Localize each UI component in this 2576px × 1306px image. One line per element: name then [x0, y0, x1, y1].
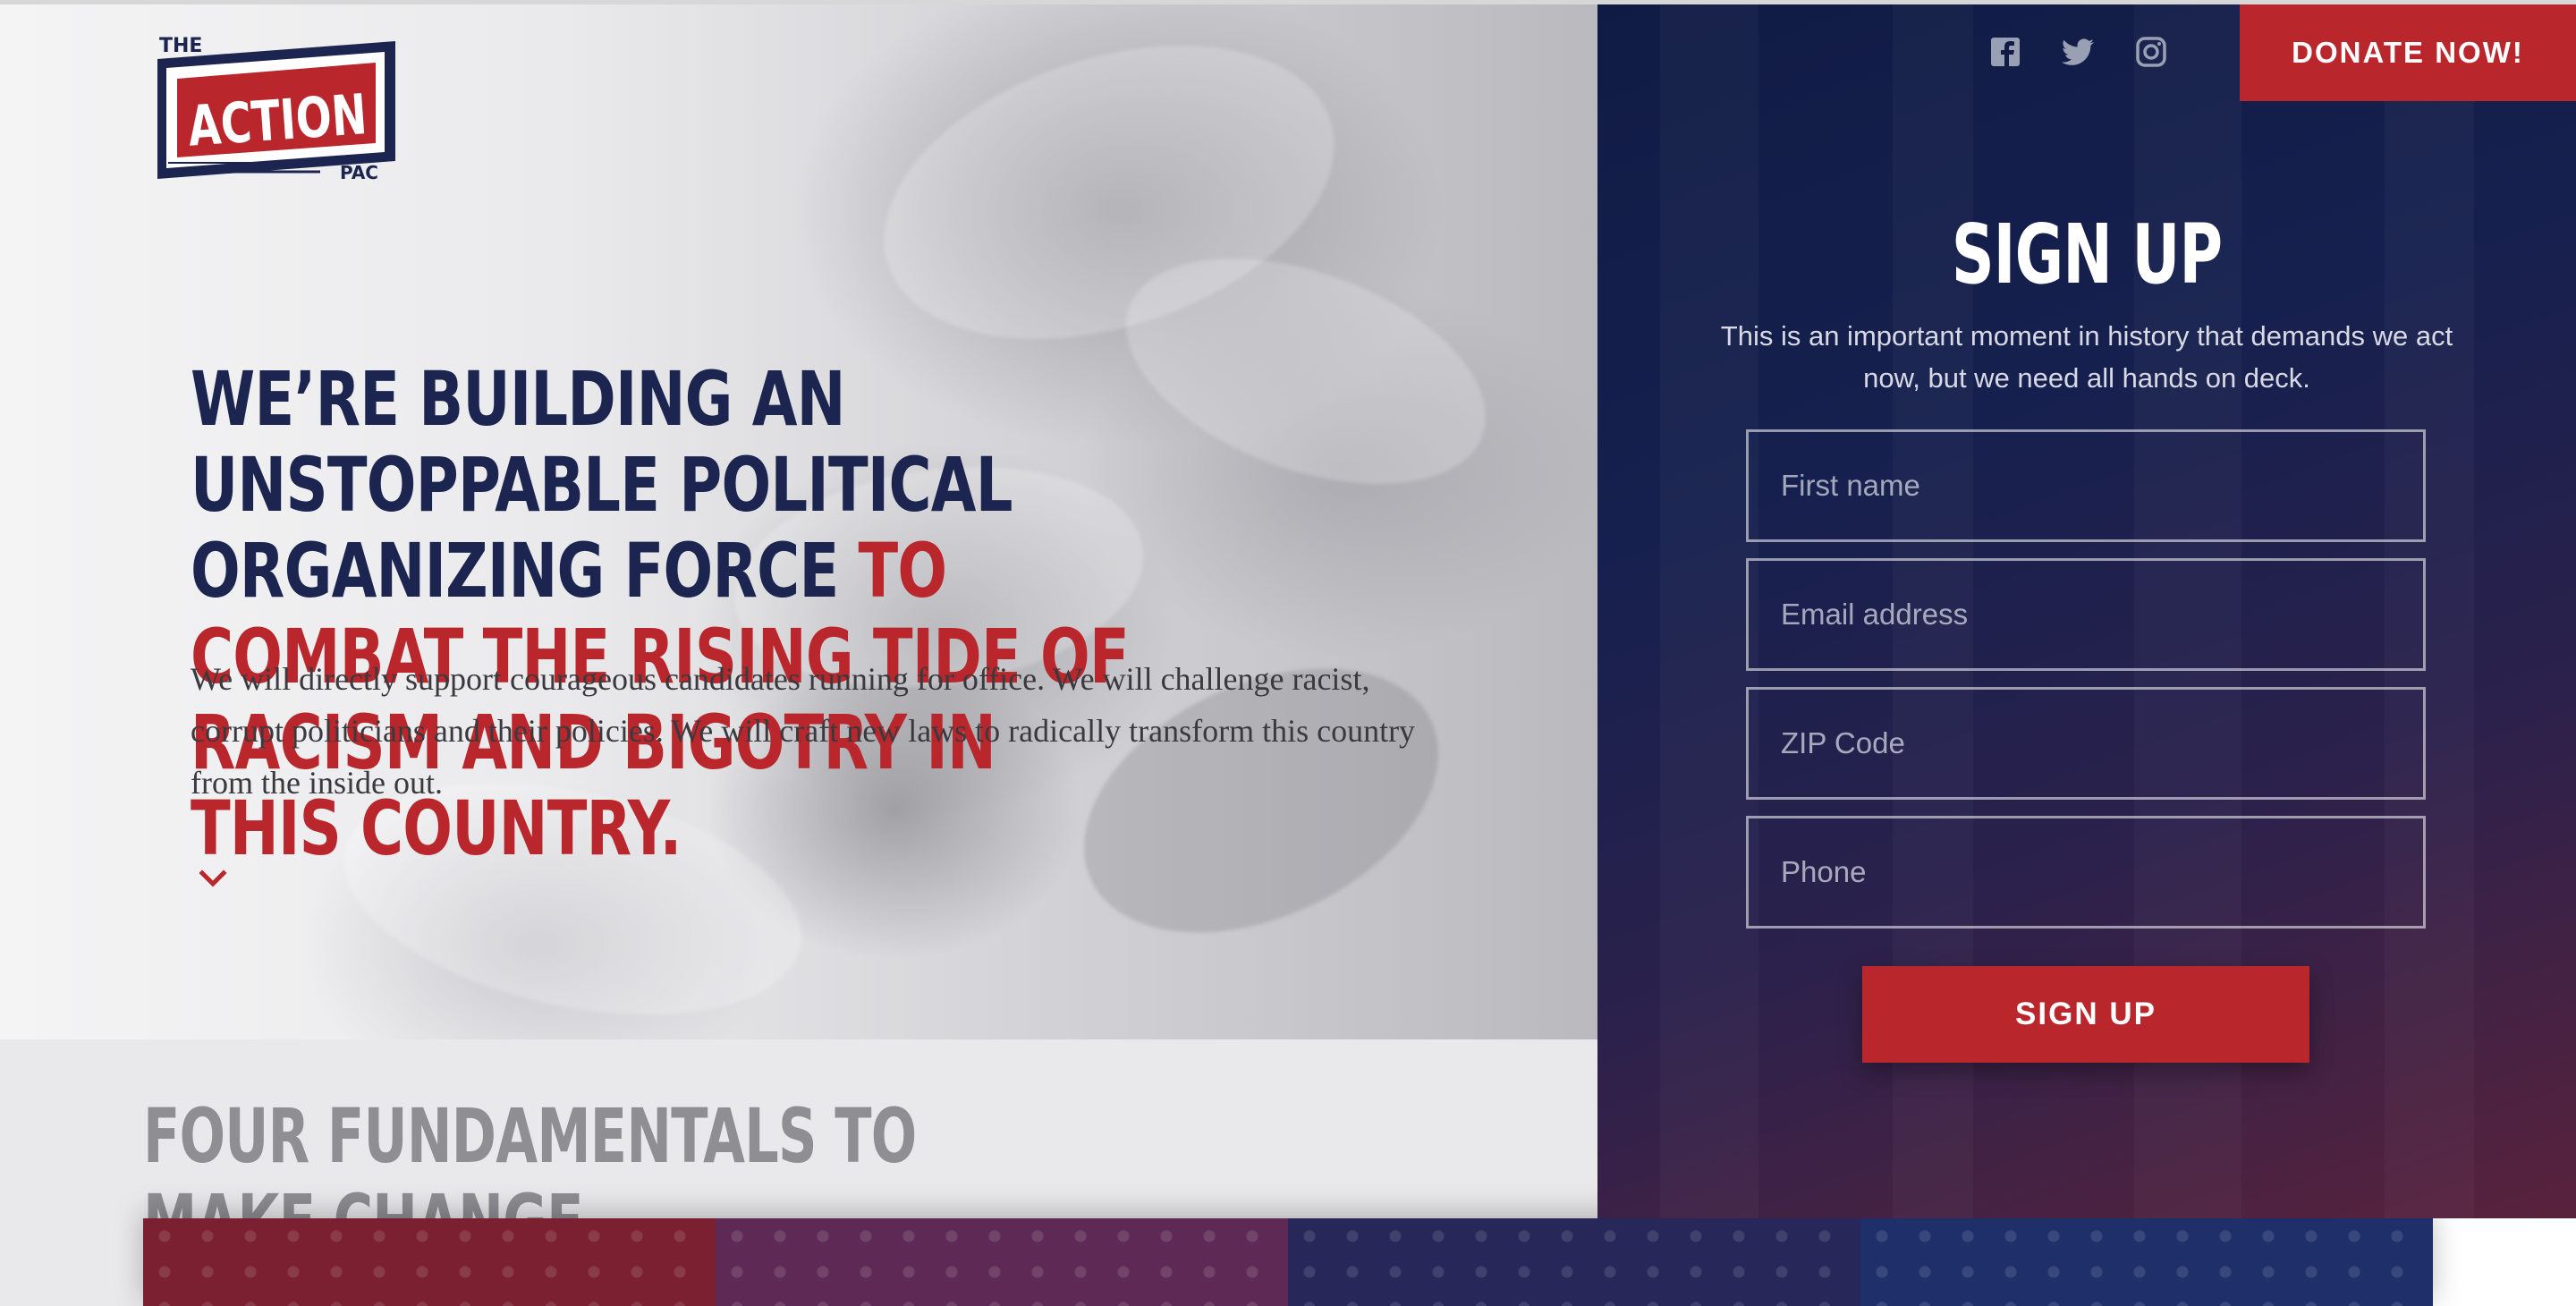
email-field[interactable] [1746, 558, 2426, 671]
twitter-icon[interactable] [2061, 34, 2097, 70]
page: THE ACTION PAC We’re building an unstopp… [0, 0, 2576, 1306]
logo-action: ACTION [186, 81, 369, 159]
action-pac-logo[interactable]: THE ACTION PAC [141, 29, 397, 182]
instagram-icon[interactable] [2133, 34, 2169, 70]
fundamental-card[interactable] [143, 1218, 716, 1306]
fundamental-card[interactable] [1860, 1218, 2433, 1306]
fundamental-card[interactable] [716, 1218, 1288, 1306]
facebook-icon[interactable] [1987, 34, 2023, 70]
phone-field[interactable] [1746, 816, 2426, 929]
hero-body: We will directly support courageous cand… [191, 661, 1416, 801]
zip-code-field[interactable] [1746, 687, 2426, 800]
donate-button[interactable]: DONATE NOW! [2240, 4, 2576, 101]
signup-title-text: SIGN UP [1951, 207, 2223, 302]
signup-button[interactable]: SIGN UP [1862, 966, 2309, 1063]
signup-title: SIGN UP [1597, 206, 2576, 304]
first-name-field[interactable] [1746, 429, 2426, 542]
signup-description: This is an important moment in history t… [1720, 320, 2453, 394]
fundamentals-cards [143, 1218, 2433, 1306]
chevron-down-icon[interactable] [197, 866, 229, 891]
fundamental-card[interactable] [1288, 1218, 1860, 1306]
logo-pac: PAC [340, 162, 378, 182]
logo-the: THE [159, 35, 202, 57]
